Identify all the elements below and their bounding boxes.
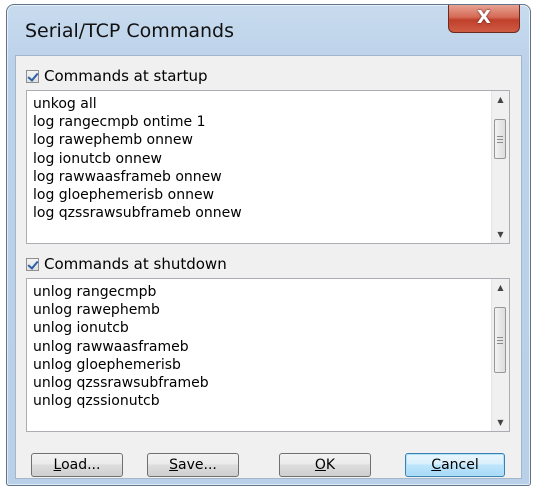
command-line: log ionutcb onnew [33,150,162,167]
dialog-window: Serial/TCP Commands X Commands at startu… [6,4,531,486]
command-line: unlog qzssrawsubframeb [33,375,209,392]
shutdown-commands-lines: unlog rangecmpb unlog rawephemb unlog ionu… [33,283,209,410]
save-button[interactable]: Save... [147,453,239,477]
window-title: Serial/TCP Commands [25,20,234,42]
command-line: unlog gloephemerisb [33,356,181,373]
startup-checkbox[interactable] [26,69,39,83]
scroll-up-arrow-icon[interactable]: ▲ [492,279,509,296]
command-line: log gloephemerisb onnew [33,187,215,204]
command-line: unlog qzssionutcb [33,393,160,410]
dialog-client-area: Commands at startup unkog all log rangecm… [15,55,522,479]
startup-commands-lines: unkog all log rangecmpb ontime 1 log rawep… [33,95,242,222]
load-button[interactable]: Load... [31,453,123,477]
shutdown-checkbox-row[interactable]: Commands at shutdown [26,253,227,275]
shutdown-scrollbar[interactable]: ▲ ▼ [491,279,509,431]
ok-button[interactable]: OK [279,453,371,477]
command-line: unkog all [33,96,97,112]
startup-scroll-thumb[interactable] [494,119,506,159]
shutdown-checkbox-label: Commands at shutdown [44,255,227,273]
command-line: unlog rawephemb [33,302,160,319]
command-line: log rawephemb onnew [33,132,193,149]
startup-commands-textbox[interactable]: unkog all log rangecmpb ontime 1 log rawep… [26,90,510,244]
shutdown-scroll-thumb[interactable] [494,307,506,373]
cancel-button[interactable]: Cancel [405,453,505,477]
close-button[interactable]: X [448,5,520,33]
command-line: unlog rawwaasframeb [33,338,189,355]
command-line: log qzssrawsubframeb onnew [33,205,242,222]
shutdown-commands-textbox[interactable]: unlog rangecmpb unlog rawephemb unlog ionu… [26,278,510,432]
scroll-up-arrow-icon[interactable]: ▲ [492,91,509,108]
startup-checkbox-row[interactable]: Commands at startup [26,65,207,87]
command-line: unlog rangecmpb [33,284,157,300]
shutdown-checkbox[interactable] [26,257,39,271]
startup-scrollbar[interactable]: ▲ ▼ [491,91,509,243]
command-line: log rangecmpb ontime 1 [33,114,206,131]
grip-icon [497,135,503,143]
grip-icon [497,336,503,344]
title-bar[interactable]: Serial/TCP Commands X [7,5,530,55]
startup-checkbox-label: Commands at startup [44,67,208,85]
scroll-down-arrow-icon[interactable]: ▼ [492,414,509,431]
command-line: log rawwaasframeb onnew [33,168,222,185]
command-line: unlog ionutcb [33,320,129,337]
close-icon: X [477,7,491,28]
scroll-down-arrow-icon[interactable]: ▼ [492,226,509,243]
